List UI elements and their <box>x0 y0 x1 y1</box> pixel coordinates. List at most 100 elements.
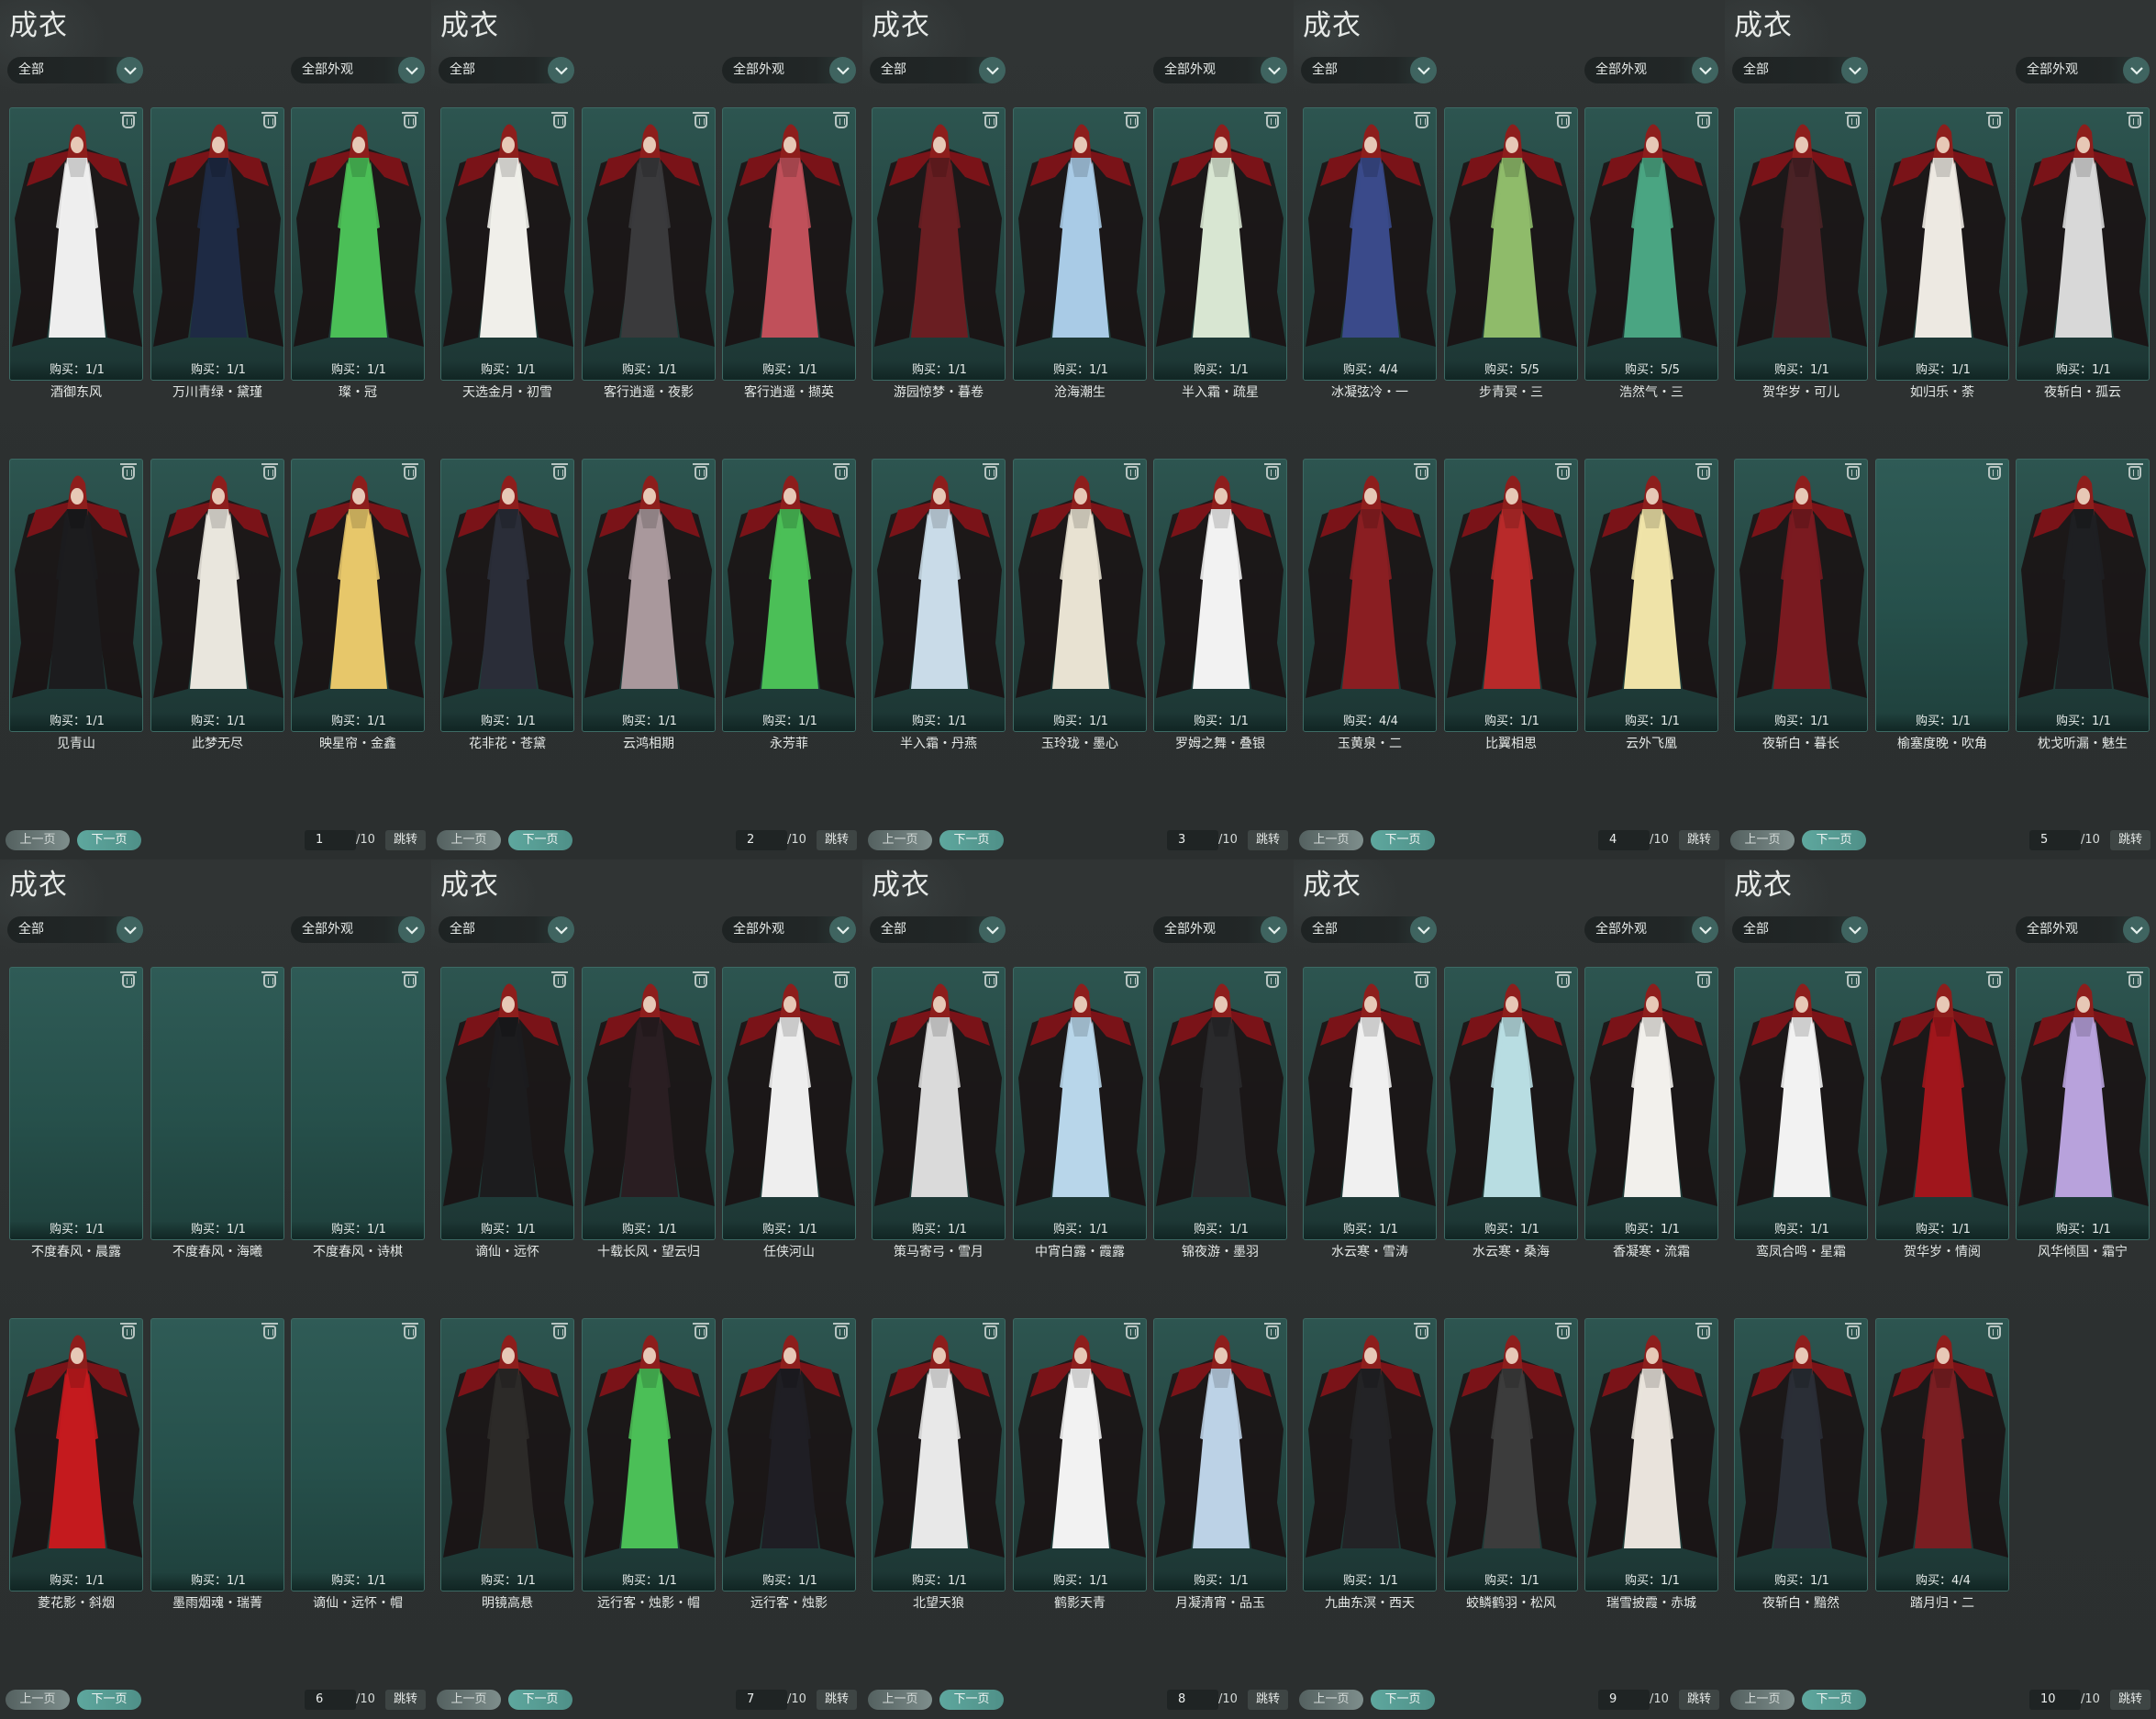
outfit-card[interactable]: 购买：1/1 <box>1875 967 2009 1240</box>
trash-icon[interactable] <box>1555 1323 1572 1339</box>
outfit-card[interactable]: 购买：1/1 <box>1584 967 1718 1240</box>
trash-icon[interactable] <box>1695 463 1712 480</box>
next-page-button[interactable]: 下一页 <box>77 1690 141 1710</box>
prev-page-button[interactable]: 上一页 <box>1730 1690 1795 1710</box>
outfit-card[interactable]: 购买：1/1 <box>1303 1318 1437 1591</box>
category-dropdown[interactable]: 全部 <box>870 916 1006 943</box>
trash-icon[interactable] <box>2127 112 2143 128</box>
trash-icon[interactable] <box>261 112 278 128</box>
outfit-card[interactable]: 购买：1/1 <box>722 459 856 732</box>
outfit-card[interactable]: 购买：1/1 <box>722 107 856 381</box>
trash-icon[interactable] <box>833 1323 850 1339</box>
outfit-card[interactable]: 购买：1/1 <box>1153 107 1287 381</box>
page-number-input[interactable]: 4 <box>1598 830 1650 850</box>
trash-icon[interactable] <box>1845 463 1861 480</box>
trash-icon[interactable] <box>1414 112 1430 128</box>
outfit-card[interactable]: 购买：1/1 <box>2016 459 2150 732</box>
jump-button[interactable]: 跳转 <box>1679 830 1719 850</box>
trash-icon[interactable] <box>120 971 137 988</box>
outfit-card[interactable]: 购买：1/1 <box>1875 107 2009 381</box>
trash-icon[interactable] <box>833 971 850 988</box>
next-page-button[interactable]: 下一页 <box>939 830 1004 850</box>
category-dropdown[interactable]: 全部 <box>7 916 143 943</box>
trash-icon[interactable] <box>1845 112 1861 128</box>
next-page-button[interactable]: 下一页 <box>1802 1690 1866 1710</box>
trash-icon[interactable] <box>551 971 568 988</box>
outfit-card[interactable]: 购买：1/1 <box>1013 967 1147 1240</box>
next-page-button[interactable]: 下一页 <box>1802 830 1866 850</box>
trash-icon[interactable] <box>1986 112 2003 128</box>
outfit-card[interactable]: 购买：1/1 <box>582 459 716 732</box>
outfit-card[interactable]: 购买：1/1 <box>9 459 143 732</box>
category-dropdown[interactable]: 全部 <box>1732 916 1868 943</box>
outfit-card[interactable]: 购买：1/1 <box>1013 107 1147 381</box>
trash-icon[interactable] <box>1124 971 1140 988</box>
outfit-card[interactable]: 购买：1/1 <box>1153 967 1287 1240</box>
outfit-card[interactable]: 购买：1/1 <box>1875 459 2009 732</box>
trash-icon[interactable] <box>983 463 999 480</box>
trash-icon[interactable] <box>1555 463 1572 480</box>
outfit-card[interactable]: 购买：1/1 <box>291 1318 425 1591</box>
trash-icon[interactable] <box>1555 971 1572 988</box>
outfit-card[interactable]: 购买：1/1 <box>440 107 574 381</box>
trash-icon[interactable] <box>1555 112 1572 128</box>
outfit-card[interactable]: 购买：1/1 <box>1444 459 1578 732</box>
outfit-card[interactable]: 购买：1/1 <box>582 107 716 381</box>
trash-icon[interactable] <box>1264 112 1281 128</box>
jump-button[interactable]: 跳转 <box>385 830 426 850</box>
outfit-card[interactable]: 购买：1/1 <box>1303 967 1437 1240</box>
trash-icon[interactable] <box>2127 463 2143 480</box>
outfit-card[interactable]: 购买：1/1 <box>1013 1318 1147 1591</box>
trash-icon[interactable] <box>833 112 850 128</box>
page-number-input[interactable]: 5 <box>2029 830 2081 850</box>
outfit-card[interactable]: 购买：1/1 <box>9 1318 143 1591</box>
trash-icon[interactable] <box>1695 112 1712 128</box>
trash-icon[interactable] <box>120 1323 137 1339</box>
outfit-card[interactable]: 购买：1/1 <box>291 459 425 732</box>
jump-button[interactable]: 跳转 <box>1248 830 1288 850</box>
prev-page-button[interactable]: 上一页 <box>1299 830 1363 850</box>
appearance-dropdown[interactable]: 全部外观 <box>722 916 856 943</box>
outfit-card[interactable]: 购买：1/1 <box>1153 459 1287 732</box>
category-dropdown[interactable]: 全部 <box>1732 57 1868 83</box>
trash-icon[interactable] <box>983 1323 999 1339</box>
trash-icon[interactable] <box>693 463 709 480</box>
next-page-button[interactable]: 下一页 <box>1371 830 1435 850</box>
trash-icon[interactable] <box>1264 1323 1281 1339</box>
outfit-card[interactable]: 购买：1/1 <box>2016 967 2150 1240</box>
outfit-card[interactable]: 购买：4/4 <box>1875 1318 2009 1591</box>
next-page-button[interactable]: 下一页 <box>508 1690 572 1710</box>
next-page-button[interactable]: 下一页 <box>77 830 141 850</box>
outfit-card[interactable]: 购买：1/1 <box>291 107 425 381</box>
trash-icon[interactable] <box>402 463 418 480</box>
appearance-dropdown[interactable]: 全部外观 <box>291 916 425 943</box>
appearance-dropdown[interactable]: 全部外观 <box>722 57 856 83</box>
trash-icon[interactable] <box>1986 463 2003 480</box>
prev-page-button[interactable]: 上一页 <box>6 1690 70 1710</box>
appearance-dropdown[interactable]: 全部外观 <box>1584 916 1718 943</box>
trash-icon[interactable] <box>402 971 418 988</box>
prev-page-button[interactable]: 上一页 <box>1299 1690 1363 1710</box>
prev-page-button[interactable]: 上一页 <box>868 830 932 850</box>
trash-icon[interactable] <box>1264 971 1281 988</box>
trash-icon[interactable] <box>1414 1323 1430 1339</box>
category-dropdown[interactable]: 全部 <box>439 916 574 943</box>
page-number-input[interactable]: 7 <box>736 1690 787 1710</box>
appearance-dropdown[interactable]: 全部外观 <box>1584 57 1718 83</box>
appearance-dropdown[interactable]: 全部外观 <box>1153 57 1287 83</box>
outfit-card[interactable]: 购买：1/1 <box>1734 1318 1868 1591</box>
outfit-card[interactable]: 购买：1/1 <box>150 459 284 732</box>
appearance-dropdown[interactable]: 全部外观 <box>2016 916 2150 943</box>
outfit-card[interactable]: 购买：1/1 <box>1153 1318 1287 1591</box>
outfit-card[interactable]: 购买：1/1 <box>9 967 143 1240</box>
trash-icon[interactable] <box>983 971 999 988</box>
trash-icon[interactable] <box>1414 971 1430 988</box>
jump-button[interactable]: 跳转 <box>1679 1690 1719 1710</box>
outfit-card[interactable]: 购买：1/1 <box>1734 967 1868 1240</box>
jump-button[interactable]: 跳转 <box>2110 830 2150 850</box>
outfit-card[interactable]: 购买：1/1 <box>2016 107 2150 381</box>
outfit-card[interactable]: 购买：1/1 <box>1444 1318 1578 1591</box>
trash-icon[interactable] <box>693 971 709 988</box>
outfit-card[interactable]: 购买：1/1 <box>1734 107 1868 381</box>
trash-icon[interactable] <box>120 463 137 480</box>
